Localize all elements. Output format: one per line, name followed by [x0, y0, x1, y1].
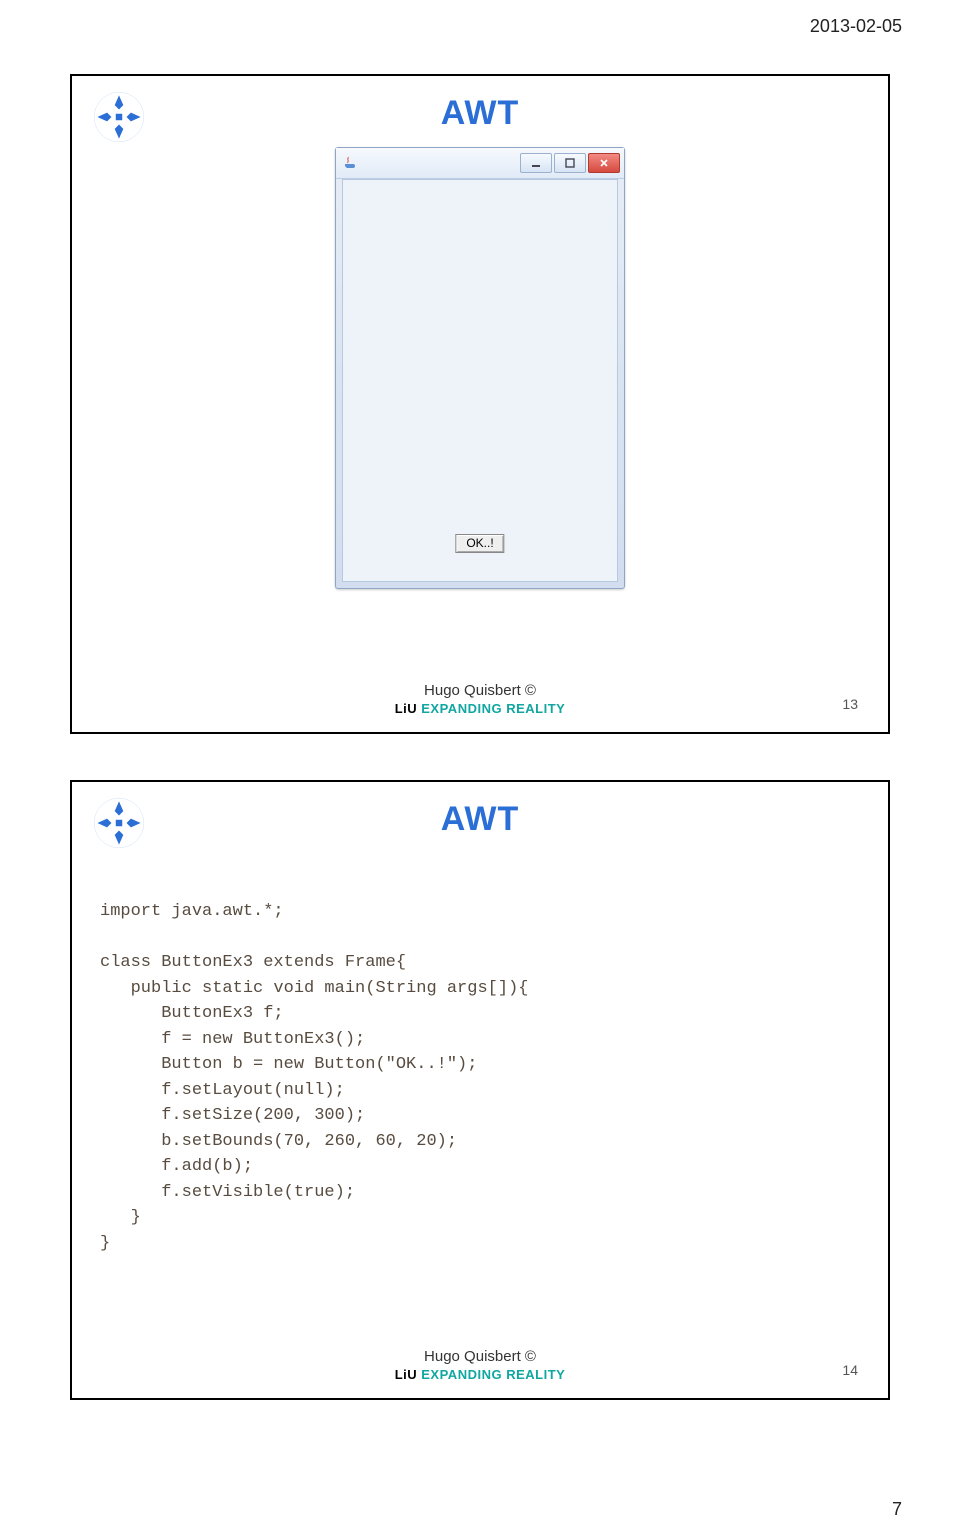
- footer-brand-prefix: LiU: [395, 701, 417, 716]
- slide-footer: Hugo Quisbert © LiU EXPANDING REALITY 14: [72, 1348, 888, 1382]
- university-logo-icon: [92, 90, 146, 144]
- slide-page-number: 14: [842, 1362, 858, 1378]
- page-date: 2013‑02‑05: [810, 16, 902, 37]
- footer-brand-tagline: EXPANDING REALITY: [417, 701, 565, 716]
- footer-copyright: Hugo Quisbert ©: [72, 682, 888, 699]
- footer-brand: LiU EXPANDING REALITY: [72, 1367, 888, 1382]
- window-titlebar: [336, 148, 624, 179]
- slide-2: AWT import java.awt.*; class ButtonEx3 e…: [70, 780, 890, 1400]
- page: 2013‑02‑05 7 AWT: [0, 0, 960, 1534]
- slide-page-number: 13: [842, 696, 858, 712]
- minimize-button-icon[interactable]: [520, 153, 552, 173]
- window-client-area: OK..!: [342, 179, 618, 582]
- footer-brand: LiU EXPANDING REALITY: [72, 701, 888, 716]
- footer-brand-prefix: LiU: [395, 1367, 417, 1382]
- university-logo-icon: [92, 796, 146, 850]
- slide-1: AWT: [70, 74, 890, 734]
- ok-button[interactable]: OK..!: [455, 534, 504, 553]
- page-number: 7: [892, 1499, 902, 1520]
- close-button-icon[interactable]: [588, 153, 620, 173]
- slide-title: AWT: [92, 800, 868, 839]
- footer-copyright: Hugo Quisbert ©: [72, 1348, 888, 1365]
- footer-brand-tagline: EXPANDING REALITY: [417, 1367, 565, 1382]
- slide-footer: Hugo Quisbert © LiU EXPANDING REALITY 13: [72, 682, 888, 716]
- maximize-button-icon[interactable]: [554, 153, 586, 173]
- java-cup-icon: [342, 155, 358, 171]
- slide-title: AWT: [92, 94, 868, 133]
- code-block: import java.awt.*; class ButtonEx3 exten…: [100, 899, 868, 1256]
- awt-window: OK..!: [335, 147, 625, 589]
